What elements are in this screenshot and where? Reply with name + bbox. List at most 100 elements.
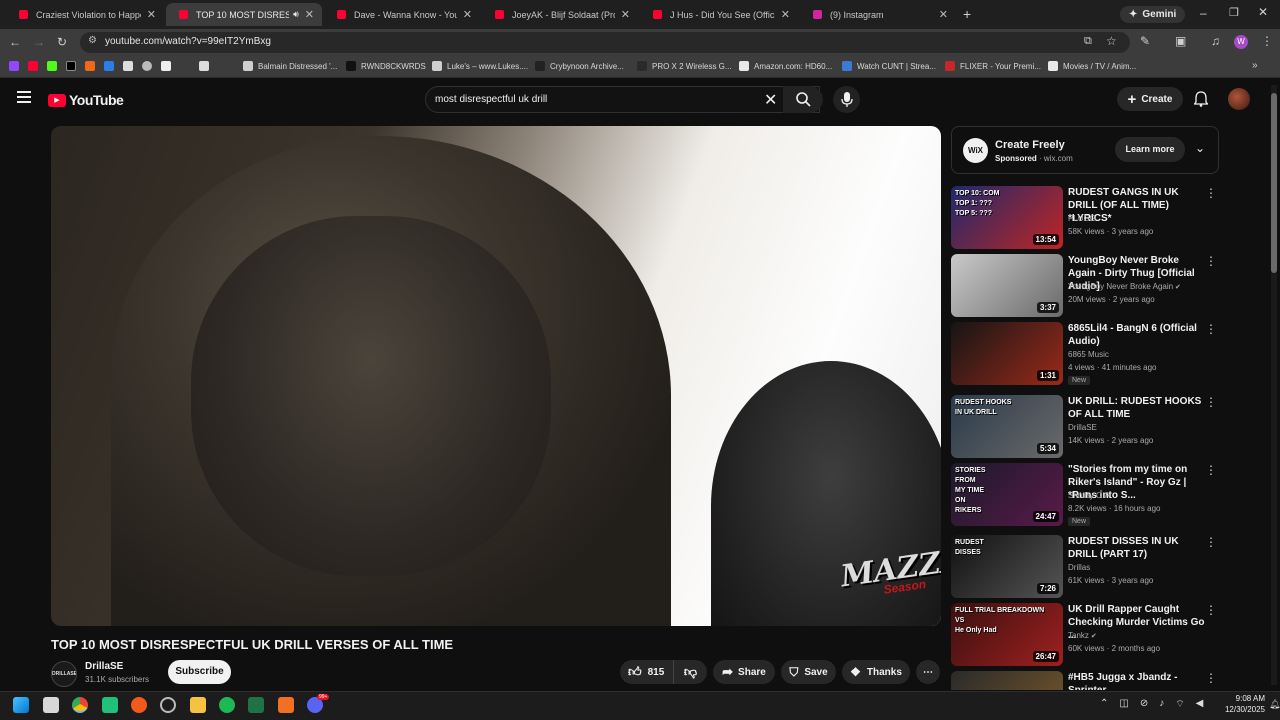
address-bar[interactable]: ⚙ youtube.com/watch?v=99eIT2YmBxg (80, 32, 1130, 53)
bookmark-item[interactable]: Luke's – www.Lukes.... (432, 61, 528, 71)
bookmark-star-icon[interactable]: ☆ (1106, 34, 1117, 48)
video-thumbnail[interactable]: RUDEST DISSES 7:26 (951, 535, 1063, 598)
minimize-icon[interactable]: – (1200, 6, 1207, 20)
voice-search-button[interactable] (833, 86, 860, 113)
channel-avatar[interactable]: DRILLASE (51, 661, 77, 687)
recommended-video-title[interactable]: UK DRILL: RUDEST HOOKS OF ALL TIME (1068, 395, 1206, 421)
recommended-channel[interactable]: PLUGG (1068, 214, 1096, 223)
video-options-icon[interactable]: ⋮ (1205, 463, 1217, 477)
share-button[interactable]: ➦ Share (713, 660, 775, 684)
video-thumbnail[interactable]: STORIES FROM MY TIME ON RIKERS 24:47 (951, 463, 1063, 526)
channel-name[interactable]: DrillaSE (85, 661, 123, 672)
tray-mute-icon[interactable]: ⊘ (1140, 698, 1148, 711)
bookmark-grid-icon[interactable] (104, 61, 114, 71)
browser-tab[interactable]: J Hus - Did You See (Official Vi ✕ (640, 3, 798, 26)
scrollbar-thumb[interactable] (1271, 93, 1277, 273)
video-thumbnail[interactable]: RUDEST HOOKS IN UK DRILL 5:34 (951, 395, 1063, 458)
bookmark-item[interactable]: Watch CUNT | Strea... (842, 61, 936, 71)
install-app-icon[interactable]: ⧉ (1084, 35, 1092, 48)
video-thumbnail[interactable] (951, 671, 1063, 690)
bookmark-doc-icon[interactable] (123, 61, 133, 71)
clock-date[interactable]: 12/30/2025 (1221, 705, 1265, 714)
recommended-video[interactable]: RUDEST HOOKS IN UK DRILL 5:34 UK DRILL: RUD… (951, 395, 1219, 459)
task-view-icon[interactable] (43, 697, 59, 713)
browser-tab[interactable]: JoeyAK - Blijf Soldaat (Prod. Gu ✕ (482, 3, 638, 26)
clock-time[interactable]: 9:08 AM (1223, 694, 1265, 703)
learn-more-button[interactable]: Learn more (1115, 137, 1185, 162)
video-options-icon[interactable]: ⋮ (1205, 186, 1217, 200)
windows-start-icon[interactable] (13, 697, 29, 713)
browser-tab[interactable]: TOP 10 MOST DISRESPECT🔊︎ ✕ (166, 3, 322, 26)
chrome-menu-icon[interactable]: ⋮ (1261, 34, 1273, 48)
tray-mic-icon[interactable]: ♪ (1159, 698, 1164, 711)
video-thumbnail[interactable]: FULL TRIAL BREAKDOWN VS He Only Had 26:47 (951, 603, 1063, 666)
restore-icon[interactable]: ❐ (1229, 6, 1239, 19)
extensions-icon[interactable]: ✎ (1140, 34, 1150, 48)
forward-icon[interactable]: → (33, 35, 45, 49)
thanks-button[interactable]: ❖ Thanks (842, 660, 910, 684)
browser-tab[interactable]: Craziest Violation to Happen in ✕ (6, 3, 164, 26)
chrome-taskbar-icon[interactable] (72, 697, 88, 713)
search-input[interactable]: most disrespectful uk drill (425, 86, 820, 113)
close-tab-icon[interactable]: ✕ (939, 8, 948, 21)
bookmark-item[interactable]: Crybynoon Archive... (535, 61, 624, 71)
video-options-icon[interactable]: ⋮ (1205, 254, 1217, 268)
bookmark-item[interactable]: Amazon.com: HD60... (739, 61, 832, 71)
bookmark-page-icon[interactable] (161, 61, 171, 71)
recommended-channel[interactable]: Tankz ✔ (1068, 631, 1097, 640)
settings-app-icon[interactable] (160, 697, 176, 713)
clear-search-icon[interactable]: ✕ (764, 90, 777, 110)
like-button[interactable]: 👍︎ 815 (620, 660, 674, 684)
close-tab-icon[interactable]: ✕ (621, 8, 630, 21)
video-options-icon[interactable]: ⋮ (1205, 322, 1217, 336)
back-icon[interactable]: ← (9, 35, 21, 49)
wifi-icon[interactable]: ⌔ (1175, 698, 1184, 711)
volume-icon[interactable]: ◀ (1196, 698, 1204, 711)
bookmark-item[interactable]: Balmain Distressed '... (243, 61, 337, 71)
close-window-icon[interactable]: ✕ (1258, 5, 1268, 19)
sponsored-ad-card[interactable]: WiX Create Freely Sponsored · wix.com Le… (951, 126, 1219, 174)
account-avatar[interactable] (1228, 88, 1250, 110)
video-options-icon[interactable]: ⋮ (1205, 535, 1217, 549)
recommended-video[interactable]: 3:37 YoungBoy Never Broke Again - Dirty T… (951, 254, 1219, 318)
bookmark-globe-icon[interactable] (142, 61, 152, 71)
more-actions-button[interactable]: ⋯ (916, 660, 940, 684)
search-button[interactable] (783, 86, 823, 113)
video-thumbnail[interactable]: TOP 10: COM TOP 1: ??? TOP 5: ??? 13:54 (951, 186, 1063, 249)
bookmark-dot-icon[interactable] (180, 61, 190, 71)
recommended-channel[interactable]: DrillaSE (1068, 423, 1097, 432)
green-app-icon[interactable] (102, 697, 118, 713)
video-options-icon[interactable]: ⋮ (1205, 603, 1217, 617)
bookmark-item[interactable]: FLIXER - Your Premi... (945, 61, 1041, 71)
profile-avatar[interactable]: W (1234, 35, 1248, 49)
notifications-bell-icon[interactable] (1194, 91, 1208, 107)
orange-app-icon[interactable] (278, 697, 294, 713)
page-scrollbar[interactable] (1271, 85, 1277, 685)
recommended-video-title[interactable]: 6865Lil4 - BangN 6 (Official Audio) (1068, 322, 1206, 348)
x-icon[interactable] (66, 61, 76, 71)
file-explorer-icon[interactable] (190, 697, 206, 713)
tray-app-icon[interactable]: ◫ (1119, 698, 1128, 711)
bookmark-orange-icon[interactable] (85, 61, 95, 71)
recommended-video[interactable]: RUDEST DISSES 7:26 RUDEST DISSES IN UK DRIL… (951, 535, 1219, 599)
close-tab-icon[interactable]: ✕ (147, 8, 156, 21)
recommended-video[interactable]: STORIES FROM MY TIME ON RIKERS 24:47 "Stories … (951, 463, 1219, 527)
kick-icon[interactable] (47, 61, 57, 71)
bookmark-item[interactable]: PRO X 2 Wireless G... (637, 61, 732, 71)
reload-icon[interactable]: ↻ (57, 35, 67, 49)
notification-bell-icon[interactable]: 🔔︎ (1269, 699, 1280, 710)
bookmark-card-icon[interactable] (199, 61, 209, 71)
site-info-icon[interactable]: ⚙ (88, 35, 97, 46)
create-button[interactable]: + Create (1117, 87, 1183, 111)
excel-icon[interactable] (248, 697, 264, 713)
video-player[interactable]: MAZZA Season (51, 126, 941, 626)
subscribe-button[interactable]: Subscribe (168, 660, 231, 684)
spotify-icon[interactable] (219, 697, 235, 713)
video-options-icon[interactable]: ⋮ (1205, 395, 1217, 409)
twitch-icon[interactable] (9, 61, 19, 71)
save-button[interactable]: ⛉ Save (781, 660, 836, 684)
bookmark-item[interactable]: RWND8CKWRDS (346, 61, 426, 71)
recommended-video-title[interactable]: RUDEST DISSES IN UK DRILL (PART 17) (1068, 535, 1206, 561)
video-thumbnail[interactable]: 3:37 (951, 254, 1063, 317)
recommended-video[interactable]: TOP 10: COM TOP 1: ??? TOP 5: ??? 13:54 RUDE… (951, 186, 1219, 250)
